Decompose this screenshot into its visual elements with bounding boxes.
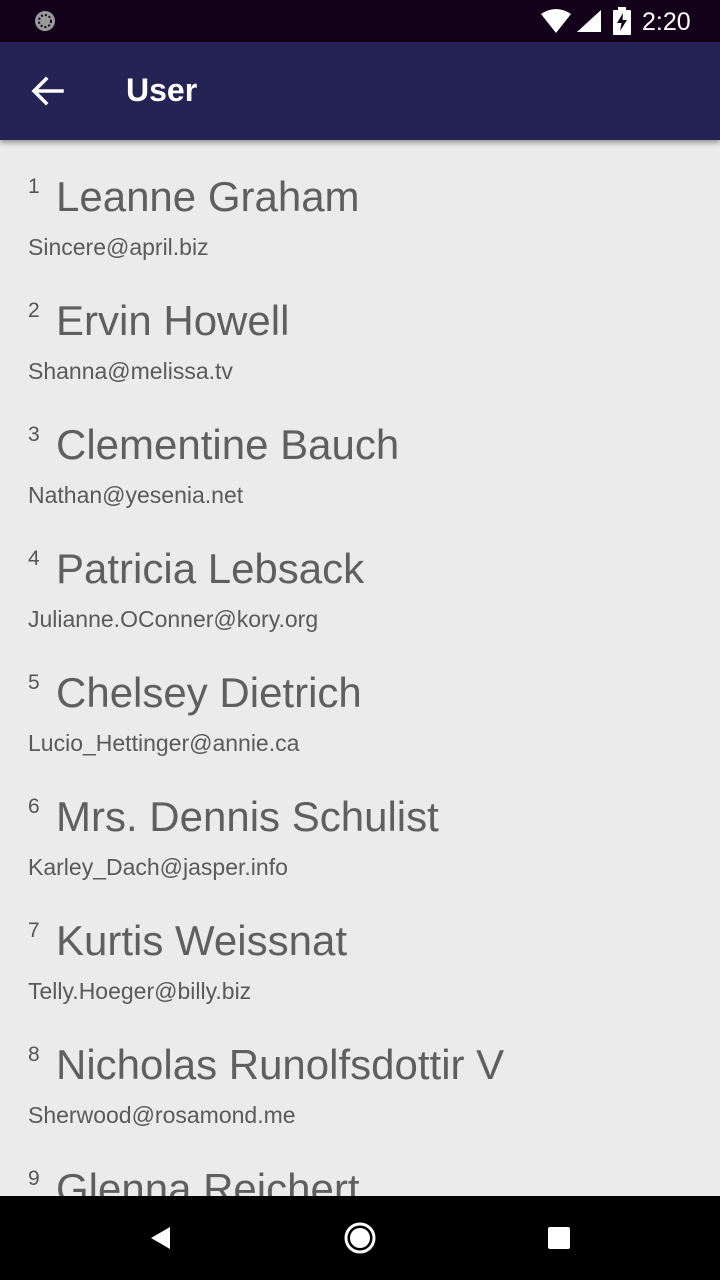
list-item[interactable]: 2 Ervin Howell Shanna@melissa.tv (28, 264, 708, 388)
list-item[interactable]: 5 Chelsey Dietrich Lucio_Hettinger@annie… (28, 636, 708, 760)
user-name: Nicholas Runolfsdottir V (56, 1041, 505, 1088)
user-id: 9 (28, 1167, 40, 1190)
user-email: Shanna@melissa.tv (28, 358, 233, 384)
list-item[interactable]: 4 Patricia Lebsack Julianne.OConner@kory… (28, 512, 708, 636)
list-item[interactable]: 3 Clementine Bauch Nathan@yesenia.net (28, 388, 708, 512)
arrow-back-icon[interactable] (30, 73, 66, 109)
user-name: Leanne Graham (56, 173, 360, 220)
user-id: 6 (28, 795, 40, 818)
user-list[interactable]: 1 Leanne Graham Sincere@april.biz 2 Ervi… (0, 140, 720, 1196)
user-email: Lucio_Hettinger@annie.ca (28, 730, 300, 756)
user-email: Karley_Dach@jasper.info (28, 854, 288, 880)
user-id: 1 (28, 175, 40, 198)
list-item[interactable]: 6 Mrs. Dennis Schulist Karley_Dach@jaspe… (28, 760, 708, 884)
home-circle-icon[interactable] (340, 1218, 380, 1258)
user-email: Sincere@april.biz (28, 234, 209, 260)
user-id: 7 (28, 919, 40, 942)
user-name: Glenna Reichert (56, 1165, 360, 1196)
user-id: 4 (28, 547, 40, 570)
user-name: Ervin Howell (56, 297, 290, 344)
status-time: 2:20 (642, 8, 691, 36)
user-id: 3 (28, 423, 40, 446)
user-id: 5 (28, 671, 40, 694)
list-item[interactable]: 9 Glenna Reichert (28, 1132, 708, 1196)
list-item[interactable]: 8 Nicholas Runolfsdottir V Sherwood@rosa… (28, 1008, 708, 1132)
user-name: Clementine Bauch (56, 421, 400, 468)
user-name: Mrs. Dennis Schulist (56, 793, 439, 840)
battery-charging-icon (613, 7, 631, 35)
user-email: Telly.Hoeger@billy.biz (28, 978, 252, 1004)
wifi-icon (541, 9, 571, 33)
notification-icon (35, 11, 55, 31)
signal-icon (577, 10, 601, 32)
page-title: User (126, 72, 198, 108)
back-triangle-icon[interactable] (140, 1218, 180, 1258)
user-email: Nathan@yesenia.net (28, 482, 244, 508)
list-item[interactable]: 7 Kurtis Weissnat Telly.Hoeger@billy.biz (28, 884, 708, 1008)
list-item[interactable]: 1 Leanne Graham Sincere@april.biz (28, 140, 708, 264)
user-name: Kurtis Weissnat (56, 917, 347, 964)
user-email: Sherwood@rosamond.me (28, 1102, 296, 1128)
navigation-bar (0, 1196, 720, 1280)
recents-square-icon[interactable] (539, 1218, 579, 1258)
user-email: Julianne.OConner@kory.org (28, 606, 319, 632)
user-name: Chelsey Dietrich (56, 669, 362, 716)
user-id: 8 (28, 1043, 40, 1066)
user-name: Patricia Lebsack (56, 545, 365, 592)
user-id: 2 (28, 299, 40, 322)
status-bar: 2:20 (0, 0, 720, 42)
app-bar: User (0, 42, 720, 140)
